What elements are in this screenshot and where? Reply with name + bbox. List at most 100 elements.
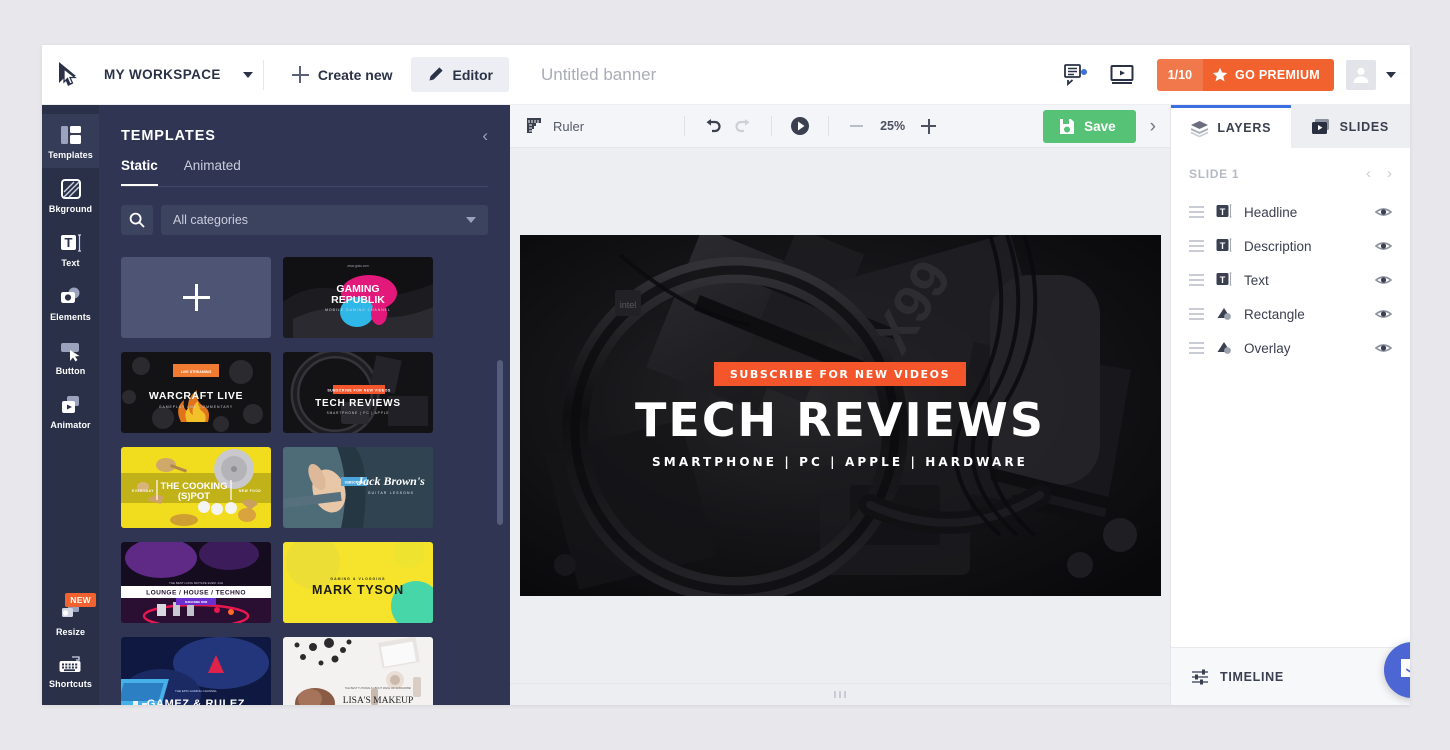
save-button[interactable]: Save — [1043, 109, 1136, 143]
avatar[interactable] — [1346, 59, 1376, 90]
account-menu[interactable] — [1346, 59, 1396, 90]
star-icon — [1212, 67, 1228, 81]
chevron-right-icon[interactable]: › — [1150, 117, 1156, 136]
template-add-new[interactable] — [121, 257, 271, 338]
create-new-label: Create new — [317, 66, 393, 83]
layer-row[interactable]: T Headline — [1171, 195, 1410, 229]
sidebar-item-text[interactable]: T Text — [42, 222, 99, 276]
document-title-input[interactable] — [540, 64, 841, 85]
presentation-button[interactable] — [1099, 64, 1145, 86]
spacer — [683, 116, 685, 136]
canvas-resize-handle[interactable] — [834, 691, 846, 698]
comments-button[interactable] — [1053, 63, 1099, 86]
sidebar-item-animator[interactable]: Animator — [42, 384, 99, 438]
templates-icon — [60, 126, 81, 144]
templates-scrollbar[interactable] — [497, 360, 503, 525]
chevron-down-icon[interactable] — [1386, 71, 1396, 78]
template-tech-reviews[interactable]: SUBSCRIBE SUBSCRIBE FOR NEW VIDEOS TECH … — [283, 352, 433, 433]
app-logo[interactable] — [42, 61, 98, 89]
button-icon — [60, 343, 79, 362]
background-icon — [60, 179, 81, 199]
layer-name: Rectangle — [1244, 306, 1305, 322]
layer-row[interactable]: T Description — [1171, 229, 1410, 263]
create-new-button[interactable]: Create new — [291, 66, 393, 83]
template-lisas-makeup[interactable]: THE BEST TUTORIALS ABOUT MAKE UP. SUBSCR… — [283, 637, 433, 705]
svg-text:T: T — [1220, 207, 1226, 217]
tab-animated[interactable]: Animated — [184, 158, 241, 186]
chevron-left-icon[interactable]: ‹ — [482, 127, 488, 144]
undo-button[interactable] — [698, 112, 728, 140]
drag-handle-icon[interactable] — [1189, 342, 1204, 354]
tab-layers[interactable]: LAYERS — [1171, 105, 1291, 148]
canvas-text-layer[interactable]: SUBSCRIBE FOR NEW VIDEOS — [713, 362, 967, 386]
drag-handle-icon[interactable] — [1189, 206, 1204, 218]
template-lounge-house-techno[interactable]: THE BEST LONG MIXTAPE EVER. 24H LOUNGE /… — [121, 542, 271, 623]
search-button[interactable] — [121, 205, 153, 235]
chevron-down-icon[interactable] — [242, 71, 253, 78]
user-avatar-icon — [1353, 67, 1369, 83]
layer-row[interactable]: T Text — [1171, 263, 1410, 297]
svg-text:SMARTPHONE | PC | APPLE: SMARTPHONE | PC | APPLE — [327, 411, 390, 415]
chevron-left-icon[interactable]: ‹ — [1366, 166, 1371, 181]
zoom-in-button[interactable] — [914, 112, 944, 140]
sidebar-item-elements[interactable]: Elements — [42, 276, 99, 330]
tab-label: SLIDES — [1339, 119, 1389, 134]
eye-icon[interactable] — [1375, 342, 1392, 354]
redo-icon — [735, 119, 750, 133]
sidebar-label: Bkground — [48, 204, 93, 214]
editor-tab[interactable]: Editor — [410, 57, 509, 92]
go-premium-button[interactable]: 1/10 GO PREMIUM — [1156, 58, 1334, 91]
svg-text:T: T — [1220, 241, 1226, 251]
layer-row[interactable]: Rectangle — [1171, 297, 1410, 331]
sidebar-item-button[interactable]: Button — [42, 330, 99, 384]
template-thumb: THE EPIC GAMING CHANNEL GAMEZ & RULEZ — [121, 637, 271, 705]
redo-button[interactable] — [728, 112, 758, 140]
svg-text:LIVE STREAMING: LIVE STREAMING — [181, 370, 212, 374]
drag-handle-icon[interactable] — [1189, 240, 1204, 252]
svg-text:(S)POT: (S)POT — [178, 491, 210, 502]
text-icon: T — [60, 234, 81, 252]
workspace-name[interactable]: MY WORKSPACE — [98, 67, 221, 82]
drag-handle-icon[interactable] — [1189, 274, 1204, 286]
template-the-cooking-spot[interactable]: EVERYDAY THE COOKING (S)POT NEW FOOD — [121, 447, 271, 528]
template-warcraft-live[interactable]: LIVE STREAMING WARCRAFT LIVE GAMEPLAY AN… — [121, 352, 271, 433]
text-layer-icon: T — [1216, 272, 1232, 286]
tab-static[interactable]: Static — [121, 158, 158, 186]
category-select[interactable]: All categories — [161, 205, 488, 235]
top-bar-actions: 1/10 GO PREMIUM — [1053, 58, 1410, 91]
layer-name: Text — [1244, 272, 1269, 288]
sidebar-item-bkground[interactable]: Bkground — [42, 168, 99, 222]
svg-text:MOBILE GAMING CHANNEL: MOBILE GAMING CHANNEL — [325, 308, 391, 312]
tab-slides[interactable]: SLIDES — [1290, 105, 1410, 148]
template-gaming-republik[interactable]: GAMING REPUBLIK MOBILE GAMING CHANNEL ww… — [283, 257, 433, 338]
canvas-headline-layer[interactable]: TECH REVIEWS — [635, 397, 1045, 443]
layer-row[interactable]: Overlay — [1171, 331, 1410, 365]
preview-play-button[interactable] — [785, 112, 815, 140]
editor-label: Editor — [452, 66, 493, 83]
sidebar-item-resize[interactable]: NEW Resize — [42, 591, 99, 645]
plus-icon — [291, 66, 309, 83]
timeline-bar[interactable]: TIMELINE — [1171, 642, 1410, 705]
ruler-button[interactable]: Ruler — [524, 116, 584, 136]
drag-handle-icon[interactable] — [1189, 308, 1204, 320]
template-gamez-rulez[interactable]: THE EPIC GAMING CHANNEL GAMEZ & RULEZ — [121, 637, 271, 705]
canvas-description-layer[interactable]: SMARTPHONE | PC | APPLE | HARDWARE — [652, 455, 1028, 469]
intercom-chat-button[interactable] — [1384, 642, 1410, 698]
svg-text:SUBSCRIBE NOW: SUBSCRIBE NOW — [185, 600, 208, 604]
eye-icon[interactable] — [1375, 240, 1392, 252]
sidebar-item-shortcuts[interactable]: Shortcuts — [42, 645, 99, 697]
templates-panel: TEMPLATES ‹ Static Animated All categori… — [99, 105, 510, 705]
zoom-out-button[interactable] — [842, 112, 872, 140]
chevron-down-icon — [466, 217, 476, 223]
eye-icon[interactable] — [1375, 206, 1392, 218]
slide-label: SLIDE 1 — [1189, 166, 1240, 181]
chevron-right-icon[interactable]: › — [1387, 166, 1392, 181]
right-panel: LAYERS SLIDES SLIDE 1 ‹ › T Headline T D… — [1170, 105, 1410, 705]
template-mark-tyson[interactable]: GAMING & VLOGGING MARK TYSON — [283, 542, 433, 623]
eye-icon[interactable] — [1375, 274, 1392, 286]
template-jack-browns[interactable]: SUBSCRIBE Jack Brown's GUITAR LESSONS — [283, 447, 433, 528]
plus-icon — [182, 284, 210, 311]
eye-icon[interactable] — [1375, 308, 1392, 320]
design-canvas[interactable]: X99 intel SUBSCRIBE FOR NEW VIDEOS TECH … — [519, 235, 1161, 596]
sidebar-item-templates[interactable]: Templates — [42, 114, 99, 168]
